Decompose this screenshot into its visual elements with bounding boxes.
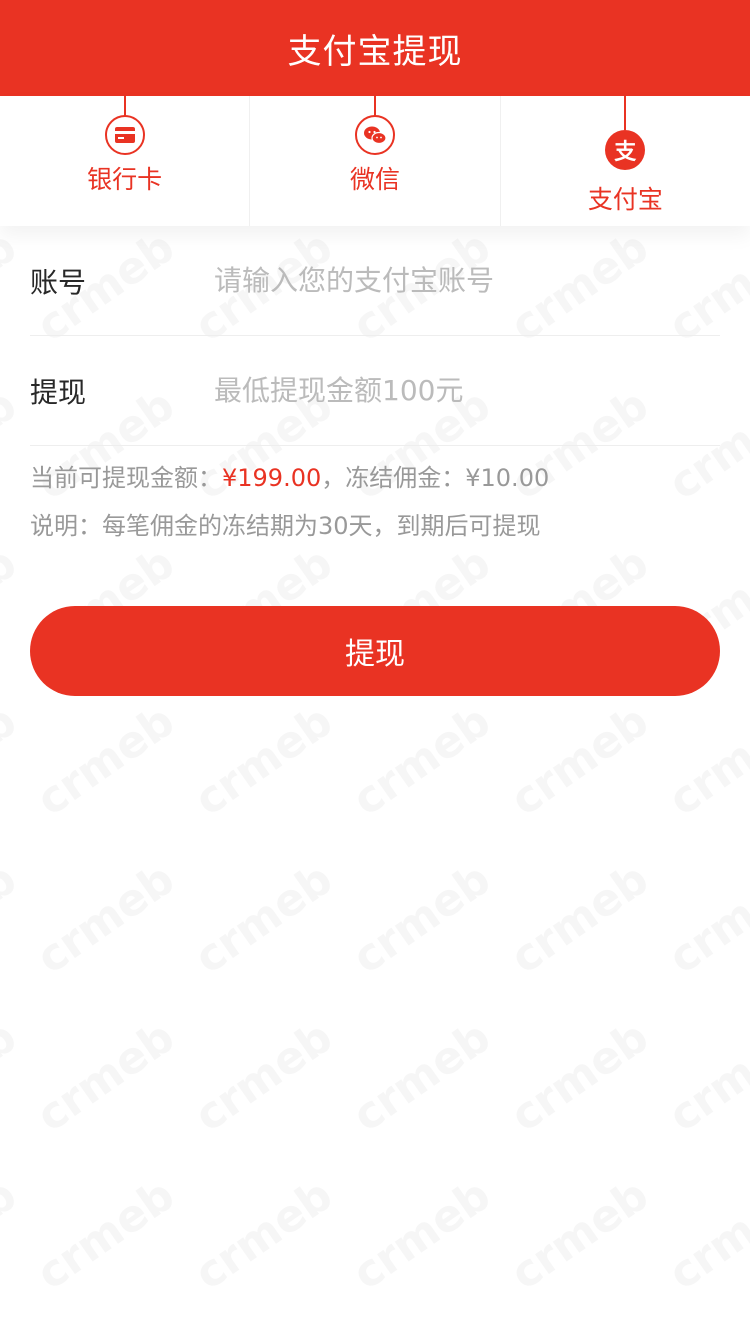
alipay-icon: 支 xyxy=(605,130,646,170)
tab-connector xyxy=(123,96,126,117)
account-label: 账号 xyxy=(30,265,87,299)
tab-alipay[interactable]: 支 支付宝 xyxy=(499,96,750,226)
account-input[interactable] xyxy=(212,263,720,298)
wechat-icon xyxy=(354,115,395,155)
tab-label: 银行卡 xyxy=(87,165,163,194)
bank-card-icon xyxy=(104,115,145,155)
tab-label: 支付宝 xyxy=(587,185,663,214)
page-header: 支付宝提现 xyxy=(0,0,750,96)
tab-connector xyxy=(624,96,627,130)
amount-row: 提现 xyxy=(30,336,720,446)
tab-bank-card[interactable]: 银行卡 xyxy=(0,96,249,226)
withdraw-method-tabs: 银行卡 微信 支 支付宝 xyxy=(0,96,750,226)
frozen-amount: ¥10.00 xyxy=(465,464,550,492)
amount-label: 提现 xyxy=(30,375,87,409)
withdraw-form: 账号 提现 xyxy=(30,226,720,446)
page-title: 支付宝提现 xyxy=(287,31,463,72)
alipay-glyph: 支 xyxy=(614,140,637,165)
available-label: 当前可提现金额： xyxy=(30,464,222,492)
tab-connector xyxy=(373,96,376,117)
frozen-label: ，冻结佣金： xyxy=(321,464,466,492)
withdraw-button[interactable]: 提现 xyxy=(30,606,720,696)
withdraw-info: 当前可提现金额：¥199.00，冻结佣金：¥10.00 说明：每笔佣金的冻结期为… xyxy=(30,454,720,550)
withdraw-note: 说明：每笔佣金的冻结期为30天，到期后可提现 xyxy=(30,512,541,540)
amount-input[interactable] xyxy=(212,373,720,408)
account-row: 账号 xyxy=(30,226,720,336)
available-amount: ¥199.00 xyxy=(222,464,322,492)
tab-wechat[interactable]: 微信 xyxy=(249,96,499,226)
tab-label: 微信 xyxy=(349,165,400,194)
balance-line: 当前可提现金额：¥199.00，冻结佣金：¥10.00 xyxy=(30,454,720,502)
